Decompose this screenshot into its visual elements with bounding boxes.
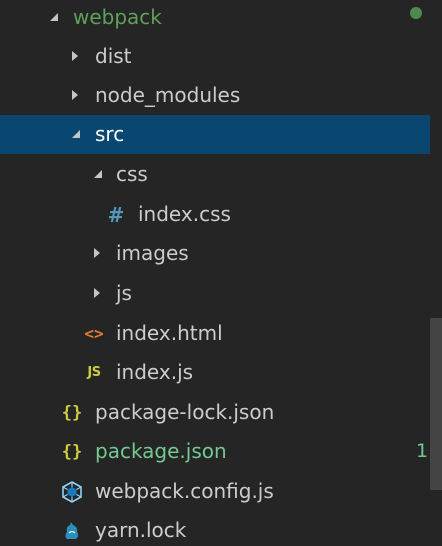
tree-item-webpack-config-js[interactable]: webpack.config.js — [0, 472, 430, 511]
chevron-right-icon[interactable] — [90, 286, 104, 300]
tree-item-label: images — [116, 241, 189, 265]
css-hash-icon: # — [107, 202, 125, 227]
tree-item-label: js — [116, 281, 132, 305]
tree-item-index-css[interactable]: # index.css — [0, 195, 430, 234]
js-icon: JS — [87, 365, 101, 380]
tree-item-css[interactable]: css — [0, 155, 430, 194]
tree-item-label: package.json — [95, 439, 227, 463]
tree-item-label: index.css — [138, 202, 231, 226]
tree-item-dist[interactable]: dist — [0, 37, 430, 76]
tree-item-label: dist — [95, 44, 132, 68]
vertical-scrollbar[interactable] — [430, 318, 442, 490]
file-explorer: webpack dist node_modules src css # inde… — [0, 0, 442, 546]
json-icon: {} — [61, 402, 83, 423]
json-icon: {} — [61, 441, 83, 462]
tree-item-label: webpack — [73, 5, 162, 29]
webpack-icon — [60, 472, 84, 511]
chevron-down-icon[interactable] — [46, 10, 60, 24]
chevron-right-icon[interactable] — [68, 88, 82, 102]
chevron-down-icon[interactable] — [90, 167, 104, 181]
tree-item-label: yarn.lock — [95, 518, 187, 542]
chevron-right-icon[interactable] — [90, 246, 104, 260]
yarn-icon — [60, 511, 84, 546]
tree-item-images[interactable]: images — [0, 234, 430, 273]
tree-item-label: webpack.config.js — [95, 479, 274, 503]
tree-item-label: src — [95, 122, 125, 146]
tree-item-label: index.html — [116, 321, 223, 345]
git-modified-dot-icon — [410, 7, 422, 19]
tree-item-label: index.js — [116, 360, 194, 384]
tree-item-src[interactable]: src — [0, 115, 430, 154]
tree-item-js[interactable]: js — [0, 274, 430, 313]
chevron-right-icon[interactable] — [68, 49, 82, 63]
git-status-badge: 1 — [416, 440, 429, 462]
tree-item-label: node_modules — [95, 83, 241, 107]
tree-item-index-html[interactable]: <> index.html — [0, 314, 430, 353]
tree-item-label: css — [116, 162, 148, 186]
tree-item-yarn-lock[interactable]: yarn.lock — [0, 511, 430, 546]
tree-item-webpack[interactable]: webpack — [0, 0, 430, 37]
tree-item-package-json[interactable]: {} package.json 1 — [0, 432, 430, 471]
chevron-down-icon[interactable] — [68, 127, 82, 141]
tree-item-node-modules[interactable]: node_modules — [0, 76, 430, 115]
tree-item-index-js[interactable]: JS index.js — [0, 353, 430, 392]
html-icon: <> — [84, 324, 104, 343]
tree-item-package-lock-json[interactable]: {} package-lock.json — [0, 393, 430, 432]
tree-item-label: package-lock.json — [95, 400, 275, 424]
